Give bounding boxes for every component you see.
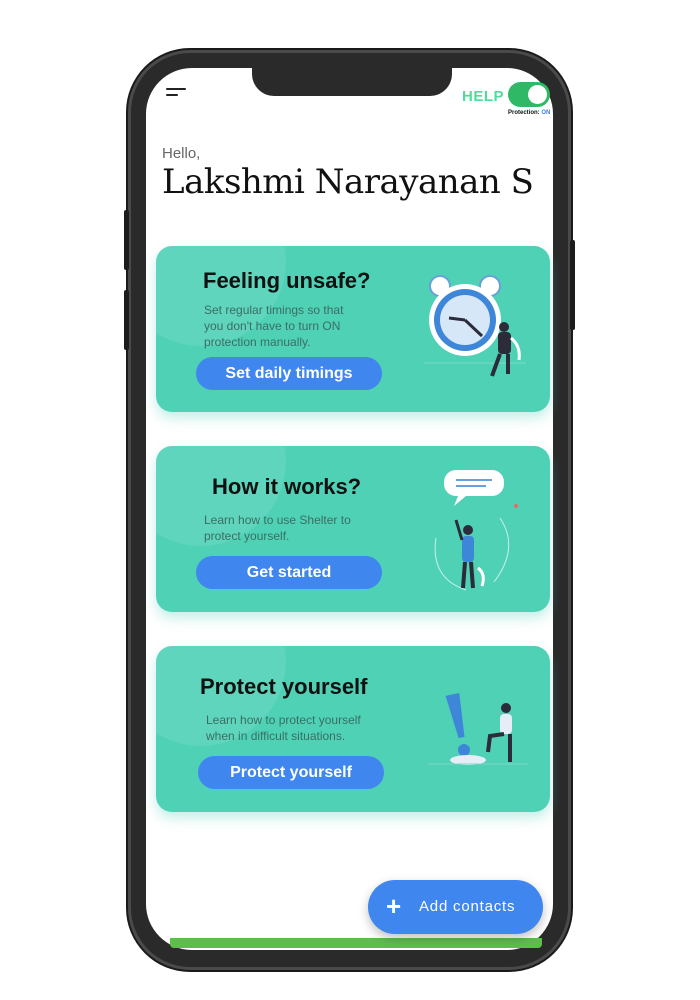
speech-bubble-person-illustration — [434, 470, 518, 591]
get-started-button[interactable]: Get started — [196, 556, 382, 589]
card-feeling-unsafe: Feeling unsafe? Set regular timings so t… — [156, 246, 550, 412]
phone-notch — [252, 66, 452, 96]
card-title: Protect yourself — [200, 674, 368, 699]
card-title: How it works? — [212, 474, 362, 499]
card-how-it-works: How it works? Learn how to use Shelter t… — [156, 446, 550, 612]
set-daily-timings-button[interactable]: Set daily timings — [196, 357, 382, 390]
alarm-clock-illustration — [424, 275, 526, 377]
card-description: Learn how to use Shelter to protect your… — [204, 513, 351, 543]
card-description: Learn how to protect yourself when in di… — [206, 713, 361, 743]
protection-status-label: Protection: — [508, 110, 540, 116]
card-title: Feeling unsafe? — [203, 268, 371, 293]
bottom-nav-bar — [170, 938, 542, 948]
add-contacts-button[interactable]: + Add contacts — [368, 880, 543, 934]
help-label: HELP — [462, 88, 505, 105]
exclamation-person-illustration — [428, 693, 528, 765]
protection-status-value: ON — [541, 110, 551, 116]
card-protect-yourself: Protect yourself Learn how to protect yo… — [156, 646, 550, 812]
protection-status: Protection: ON — [508, 110, 550, 116]
add-contacts-label: Add contacts — [419, 898, 516, 915]
plus-icon: + — [386, 891, 402, 921]
protect-yourself-button[interactable]: Protect yourself — [198, 756, 384, 789]
toggle-knob — [528, 85, 547, 104]
volume-up-button — [124, 210, 129, 270]
volume-down-button — [124, 290, 129, 350]
power-button — [570, 240, 575, 330]
hamburger-menu-icon[interactable] — [166, 88, 186, 100]
user-name: Lakshmi Narayanan S — [162, 162, 534, 202]
protection-toggle[interactable] — [508, 82, 550, 107]
card-description: Set regular timings so that you don't ha… — [204, 303, 344, 349]
greeting-text: Hello, — [162, 145, 201, 162]
